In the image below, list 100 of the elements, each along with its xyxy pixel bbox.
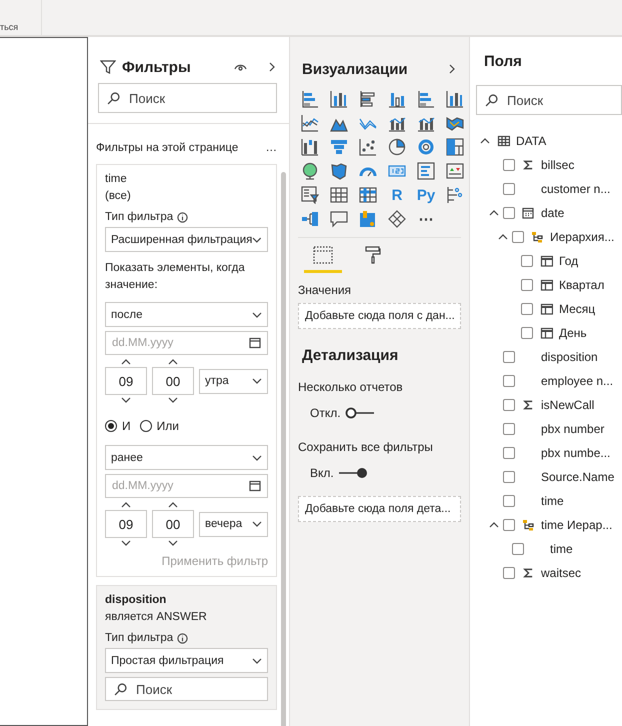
increment-icon xyxy=(121,500,131,510)
field-name[interactable]: time Иерар... xyxy=(541,518,612,532)
filter-type-label: Тип фильтра xyxy=(105,632,174,644)
checkbox[interactable] xyxy=(521,327,533,339)
ribbon-label[interactable]: ться xyxy=(0,22,18,32)
field-name[interactable]: isNewCall xyxy=(541,398,594,412)
radio-label: И xyxy=(122,419,131,433)
collapse-icon xyxy=(489,520,499,530)
period-dropdown[interactable]: утра xyxy=(199,368,268,394)
checkbox[interactable] xyxy=(503,495,515,507)
more-button[interactable]: ⋯ xyxy=(414,207,438,231)
drop-zone[interactable]: Добавьте сюда поля дета... xyxy=(298,496,461,522)
hierarchy-icon xyxy=(531,231,543,243)
more-options-button[interactable]: … xyxy=(266,142,277,154)
checkbox[interactable] xyxy=(503,183,515,195)
date-table-icon xyxy=(540,255,552,267)
filter-type-dropdown[interactable]: Простая фильтрация xyxy=(105,648,268,673)
section-title: Фильтры на этой странице xyxy=(96,142,238,154)
checkbox[interactable] xyxy=(503,207,515,219)
search-field[interactable]: Поиск xyxy=(98,83,277,113)
fields-tab[interactable] xyxy=(304,244,342,273)
filter-icon xyxy=(100,59,116,75)
minute-field[interactable]: 00 xyxy=(152,367,194,395)
field-name[interactable]: disposition xyxy=(541,350,598,364)
pane-title: Визуализации xyxy=(302,60,409,78)
values-label: Значения xyxy=(298,283,352,297)
chevron-down-icon xyxy=(252,234,262,244)
sigma-icon xyxy=(522,399,534,411)
toggle-label: Сохранить все фильтры xyxy=(298,440,434,454)
filter-field-name: disposition xyxy=(105,593,168,608)
checkbox[interactable] xyxy=(503,375,515,387)
field-name[interactable]: Source.Name xyxy=(541,470,614,484)
checkbox[interactable] xyxy=(503,471,515,483)
field-name[interactable]: time xyxy=(541,494,564,508)
field-name[interactable]: Месяц xyxy=(559,302,596,316)
condition-dropdown[interactable]: ранее xyxy=(105,445,268,470)
toggle-switch[interactable]: Вкл. xyxy=(298,466,461,480)
checkbox[interactable] xyxy=(503,423,515,435)
radio-button[interactable] xyxy=(140,420,152,432)
field-name[interactable]: DATA xyxy=(516,134,546,148)
checkbox[interactable] xyxy=(503,351,515,363)
checkbox[interactable] xyxy=(521,255,533,267)
info-icon xyxy=(177,632,188,644)
checkbox[interactable] xyxy=(503,399,515,411)
filter-summary: (все) xyxy=(105,189,132,204)
calendar-icon xyxy=(249,480,261,492)
checkbox[interactable] xyxy=(503,519,515,531)
field-name[interactable]: Год xyxy=(559,254,578,268)
field-name[interactable]: День xyxy=(559,326,587,340)
table-icon xyxy=(496,135,510,147)
drop-zone[interactable]: Добавьте сюда поля с дан... xyxy=(298,303,461,329)
filter-type-label: Тип фильтра xyxy=(105,211,174,223)
condition-dropdown[interactable]: после xyxy=(105,302,268,327)
field-name[interactable]: time xyxy=(550,542,573,556)
decrement-icon xyxy=(168,395,178,405)
scrollbar[interactable] xyxy=(281,172,286,726)
checkbox[interactable] xyxy=(503,447,515,459)
decrement-icon xyxy=(168,538,178,548)
checkbox[interactable] xyxy=(521,279,533,291)
field-name[interactable]: billsec xyxy=(541,158,574,172)
collapse-pane-icon xyxy=(447,64,457,74)
collapse-icon xyxy=(489,208,499,218)
info-icon xyxy=(177,212,188,222)
minute-field[interactable]: 00 xyxy=(152,510,194,538)
field-name[interactable]: pbx number xyxy=(541,422,604,436)
search-field[interactable]: Поиск xyxy=(105,677,268,701)
date-table-icon xyxy=(540,303,552,315)
field-name[interactable]: pbx numbe... xyxy=(541,446,610,460)
toggle-switch[interactable]: Откл. xyxy=(298,406,461,420)
chevron-down-icon xyxy=(252,376,262,386)
field-name[interactable]: Иерархия... xyxy=(550,230,614,244)
increment-icon xyxy=(168,357,178,367)
chevron-down-icon xyxy=(252,452,262,462)
field-name[interactable]: Квартал xyxy=(559,278,604,292)
pane-title: Фильтры xyxy=(122,58,192,76)
date-table-icon xyxy=(540,327,552,339)
checkbox[interactable] xyxy=(512,231,524,243)
checkbox[interactable] xyxy=(512,543,524,555)
checkbox[interactable] xyxy=(521,303,533,315)
hour-field[interactable]: 09 xyxy=(105,510,147,538)
field-name[interactable]: customer n... xyxy=(541,182,610,196)
field-name[interactable]: employee n... xyxy=(541,374,614,388)
increment-icon xyxy=(121,357,131,367)
checkbox[interactable] xyxy=(503,159,515,171)
filter-type-dropdown[interactable]: Расширенная фильтрация xyxy=(105,227,268,252)
chevron-down-icon xyxy=(252,519,262,529)
hierarchy-icon xyxy=(522,519,534,531)
radio-button[interactable] xyxy=(105,420,117,432)
search-field[interactable]: Поиск xyxy=(476,85,622,115)
filter-summary: является ANSWER xyxy=(105,610,208,625)
checkbox[interactable] xyxy=(503,567,515,579)
field-name[interactable]: waitsec xyxy=(541,566,582,580)
hour-field[interactable]: 09 xyxy=(105,367,147,395)
field-name[interactable]: date xyxy=(541,206,564,220)
decrement-icon xyxy=(121,395,131,405)
sigma-icon xyxy=(522,567,534,579)
collapse-icon xyxy=(480,136,490,146)
toggle-label: Несколько отчетов xyxy=(298,380,404,394)
pane-title: Поля xyxy=(484,53,522,70)
period-dropdown[interactable]: вечера xyxy=(199,512,268,536)
